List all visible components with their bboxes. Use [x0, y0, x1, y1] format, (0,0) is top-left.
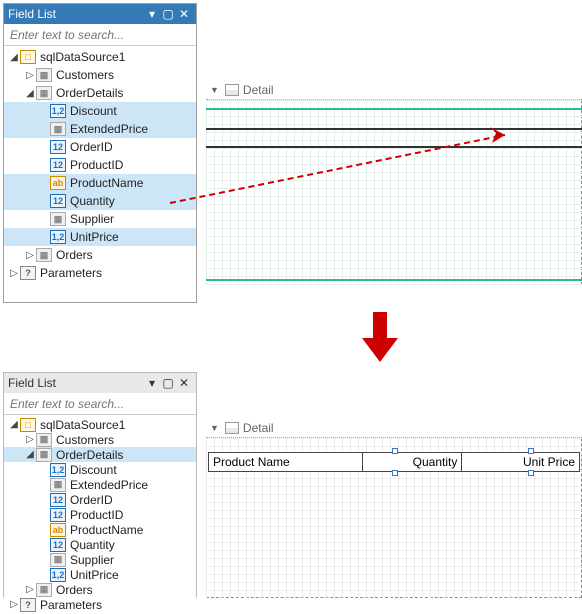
- search-box[interactable]: [4, 24, 196, 46]
- table-icon: ▦: [36, 86, 52, 100]
- node-orders[interactable]: ▷▦Orders: [4, 246, 196, 264]
- node-orderdetails[interactable]: ◢▦OrderDetails: [4, 447, 196, 462]
- chevron-down-icon: ▼: [210, 423, 219, 433]
- dropdown-icon[interactable]: ▾: [144, 375, 160, 391]
- expander-icon[interactable]: ◢: [24, 88, 36, 99]
- band-label: Detail: [243, 83, 274, 97]
- panel-title: Field List: [8, 376, 144, 390]
- drag-arrow: [170, 125, 520, 205]
- close-icon[interactable]: ✕: [176, 6, 192, 22]
- search-input[interactable]: [4, 28, 196, 42]
- decimal-icon: 1,2: [50, 463, 66, 477]
- node-customers[interactable]: ▷▦Customers: [4, 66, 196, 84]
- node-parameters[interactable]: ▷?Parameters: [4, 597, 196, 612]
- node-orderid[interactable]: 12OrderID: [4, 138, 196, 156]
- dropped-table[interactable]: Product Name Quantity Unit Price: [208, 452, 580, 472]
- string-icon: ab: [50, 176, 66, 190]
- expander-icon[interactable]: ◢: [8, 52, 20, 63]
- field-tree: ◢□sqlDataSource1 ▷▦Customers ◢▦OrderDeta…: [4, 415, 196, 614]
- band-icon: [225, 422, 239, 434]
- expander-icon[interactable]: ▷: [24, 250, 36, 261]
- chevron-down-icon: ▼: [210, 85, 219, 95]
- node-productid[interactable]: 12ProductID: [4, 156, 196, 174]
- panel-title: Field List: [8, 7, 144, 21]
- node-datasource[interactable]: ◢□sqlDataSource1: [4, 417, 196, 432]
- selection-handle[interactable]: [528, 470, 534, 476]
- node-extprice[interactable]: ▦ExtendedPrice: [4, 120, 196, 138]
- node-supplier[interactable]: ▦Supplier: [4, 552, 196, 567]
- expander-icon[interactable]: ▷: [8, 268, 20, 279]
- params-icon: ?: [20, 598, 36, 612]
- field-tree: ◢□sqlDataSource1 ▷▦Customers ◢▦OrderDeta…: [4, 46, 196, 284]
- col-quantity[interactable]: Quantity: [363, 453, 463, 471]
- design-surface-bottom[interactable]: ▼ Detail Product Name Quantity Unit Pric…: [206, 418, 582, 598]
- datasource-icon: □: [20, 50, 36, 64]
- node-supplier[interactable]: ▦Supplier: [4, 210, 196, 228]
- node-unitprice[interactable]: 1,2UnitPrice: [4, 228, 196, 246]
- calc-icon: ▦: [50, 122, 66, 136]
- detail-band-header[interactable]: ▼ Detail: [206, 418, 582, 438]
- table-icon: ▦: [36, 583, 52, 597]
- int-icon: 12: [50, 194, 66, 208]
- maximize-icon[interactable]: ▢: [160, 6, 176, 22]
- field-list-header: Field List ▾ ▢ ✕: [4, 373, 196, 393]
- selection-handle[interactable]: [392, 448, 398, 454]
- datasource-icon: □: [20, 418, 36, 432]
- band-label: Detail: [243, 421, 274, 435]
- calc-icon: ▦: [50, 212, 66, 226]
- decimal-icon: 1,2: [50, 104, 66, 118]
- band-top-edge: [206, 108, 582, 110]
- node-orderid[interactable]: 12OrderID: [4, 492, 196, 507]
- col-productname[interactable]: Product Name: [209, 453, 363, 471]
- calc-icon: ▦: [50, 553, 66, 567]
- int-icon: 12: [50, 538, 66, 552]
- node-productname[interactable]: abProductName: [4, 522, 196, 537]
- int-icon: 12: [50, 140, 66, 154]
- node-unitprice[interactable]: 1,2UnitPrice: [4, 567, 196, 582]
- calc-icon: ▦: [50, 478, 66, 492]
- field-list-panel-bottom: Field List ▾ ▢ ✕ ◢□sqlDataSource1 ▷▦Cust…: [3, 372, 197, 598]
- int-icon: 12: [50, 158, 66, 172]
- node-extprice[interactable]: ▦ExtendedPrice: [4, 477, 196, 492]
- selection-handle[interactable]: [528, 448, 534, 454]
- node-orders[interactable]: ▷▦Orders: [4, 582, 196, 597]
- int-icon: 12: [50, 508, 66, 522]
- search-box[interactable]: [4, 393, 196, 415]
- band-icon: [225, 84, 239, 96]
- expander-icon[interactable]: ▷: [24, 70, 36, 81]
- close-icon[interactable]: ✕: [176, 375, 192, 391]
- detail-band-header[interactable]: ▼ Detail: [206, 80, 582, 100]
- node-discount[interactable]: 1,2Discount: [4, 462, 196, 477]
- down-arrow-icon: [362, 312, 398, 362]
- maximize-icon[interactable]: ▢: [160, 375, 176, 391]
- field-list-panel-top: Field List ▾ ▢ ✕ ◢□sqlDataSource1 ▷▦Cust…: [3, 3, 197, 303]
- band-bottom-edge: [206, 279, 582, 281]
- table-icon: ▦: [36, 248, 52, 262]
- selection-handle[interactable]: [392, 470, 398, 476]
- node-quantity[interactable]: 12Quantity: [4, 537, 196, 552]
- node-productname[interactable]: abProductName: [4, 174, 196, 192]
- node-orderdetails[interactable]: ◢▦OrderDetails: [4, 84, 196, 102]
- decimal-icon: 1,2: [50, 230, 66, 244]
- node-customers[interactable]: ▷▦Customers: [4, 432, 196, 447]
- table-icon: ▦: [36, 433, 52, 447]
- table-icon: ▦: [36, 448, 52, 462]
- decimal-icon: 1,2: [50, 568, 66, 582]
- dropdown-icon[interactable]: ▾: [144, 6, 160, 22]
- col-unitprice[interactable]: Unit Price: [462, 453, 579, 471]
- node-parameters[interactable]: ▷?Parameters: [4, 264, 196, 282]
- node-productid[interactable]: 12ProductID: [4, 507, 196, 522]
- node-discount[interactable]: 1,2Discount: [4, 102, 196, 120]
- table-icon: ▦: [36, 68, 52, 82]
- params-icon: ?: [20, 266, 36, 280]
- int-icon: 12: [50, 493, 66, 507]
- string-icon: ab: [50, 523, 66, 537]
- node-datasource[interactable]: ◢□sqlDataSource1: [4, 48, 196, 66]
- field-list-header: Field List ▾ ▢ ✕: [4, 4, 196, 24]
- search-input[interactable]: [4, 397, 196, 411]
- node-quantity[interactable]: 12Quantity: [4, 192, 196, 210]
